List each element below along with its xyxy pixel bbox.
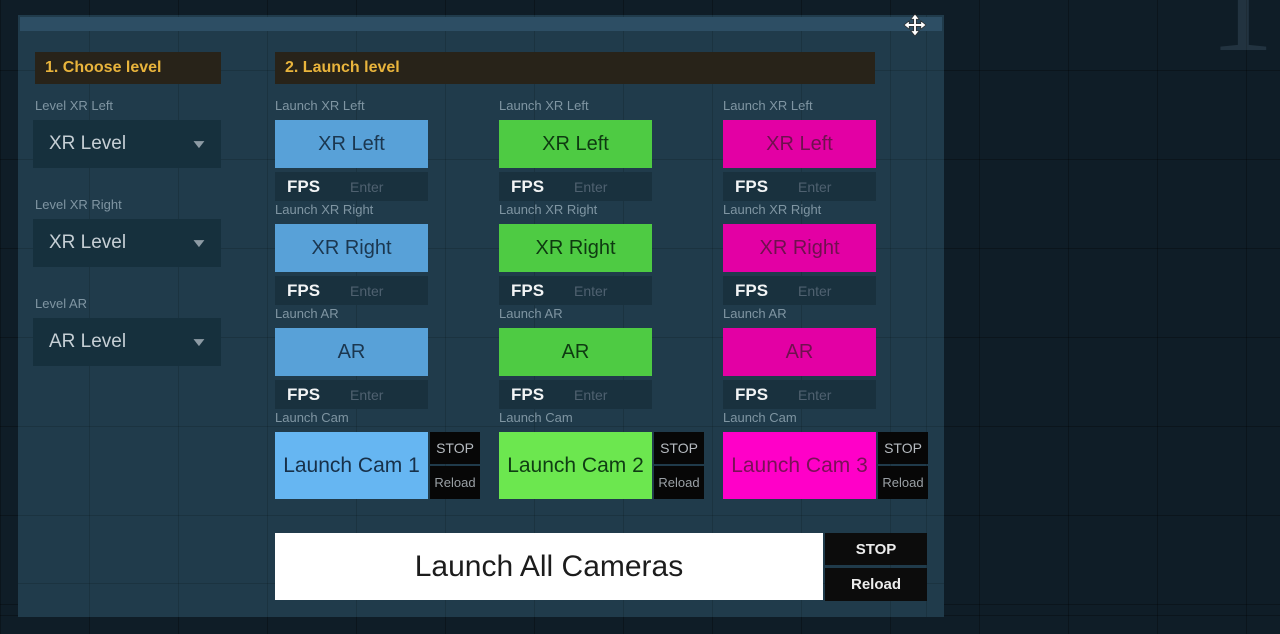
choose-level-header: 1. Choose level	[35, 52, 221, 84]
fps-input[interactable]	[574, 283, 638, 299]
launch-ar-label: Launch AR	[723, 307, 876, 321]
reload-cam-1-button[interactable]: Reload	[430, 466, 480, 499]
xr-left-button-cam3[interactable]: XR Left	[723, 120, 876, 168]
launch-ar-label: Launch AR	[499, 307, 652, 321]
level-xr-left-label: Level XR Left	[35, 99, 223, 113]
reload-cam-3-button[interactable]: Reload	[878, 466, 928, 499]
background-watermark-digit: 1	[1209, 0, 1274, 72]
fps-input[interactable]	[350, 179, 414, 195]
fps-row: FPS	[275, 380, 428, 409]
xr-right-button-cam3[interactable]: XR Right	[723, 224, 876, 272]
fps-label: FPS	[511, 177, 544, 197]
reload-cam-2-button[interactable]: Reload	[654, 466, 704, 499]
cam-row: Launch Cam 2 STOP Reload	[499, 432, 704, 499]
fps-input[interactable]	[798, 283, 862, 299]
move-cursor-icon	[903, 13, 927, 37]
fps-input[interactable]	[798, 179, 862, 195]
fps-row: FPS	[723, 172, 876, 201]
xr-right-button-cam1[interactable]: XR Right	[275, 224, 428, 272]
cam-controls: STOP Reload	[430, 432, 480, 499]
launch-all-controls: STOP Reload	[825, 533, 927, 601]
launch-cam-label: Launch Cam	[499, 411, 652, 425]
fps-row: FPS	[275, 172, 428, 201]
fps-input[interactable]	[574, 387, 638, 403]
level-xr-left-dropdown[interactable]: XR Level ▼	[33, 120, 221, 168]
launch-level-header: 2. Launch level	[275, 52, 875, 84]
fps-label: FPS	[287, 177, 320, 197]
xr-left-button-cam1[interactable]: XR Left	[275, 120, 428, 168]
chevron-down-icon: ▼	[190, 137, 208, 151]
fps-row: FPS	[499, 276, 652, 305]
fps-row: FPS	[275, 276, 428, 305]
launch-cam-label: Launch Cam	[723, 411, 876, 425]
chevron-down-icon: ▼	[190, 335, 208, 349]
fps-row: FPS	[499, 172, 652, 201]
reload-all-button[interactable]: Reload	[825, 568, 927, 601]
launch-xr-left-label: Launch XR Left	[723, 99, 876, 113]
fps-label: FPS	[511, 281, 544, 301]
launch-xr-right-label: Launch XR Right	[275, 203, 428, 217]
fps-input[interactable]	[350, 283, 414, 299]
launch-ar-label: Launch AR	[275, 307, 428, 321]
level-xr-left-value: XR Level	[49, 133, 126, 155]
level-ar-dropdown[interactable]: AR Level ▼	[33, 318, 221, 366]
launch-xr-right-label: Launch XR Right	[499, 203, 652, 217]
fps-label: FPS	[287, 281, 320, 301]
fps-label: FPS	[735, 281, 768, 301]
window-drag-bar[interactable]	[20, 17, 942, 31]
launch-cam-3-button[interactable]: Launch Cam 3	[723, 432, 876, 499]
launch-xr-right-label: Launch XR Right	[723, 203, 876, 217]
cam-row: Launch Cam 1 STOP Reload	[275, 432, 480, 499]
stop-all-button[interactable]: STOP	[825, 533, 927, 565]
fps-row: FPS	[723, 380, 876, 409]
launch-column-1: Launch XR Left XR Left FPS Launch XR Rig…	[275, 99, 428, 499]
launch-column-2: Launch XR Left XR Left FPS Launch XR Rig…	[499, 99, 652, 499]
fps-input[interactable]	[574, 179, 638, 195]
launch-cam-2-button[interactable]: Launch Cam 2	[499, 432, 652, 499]
level-xr-right-dropdown[interactable]: XR Level ▼	[33, 219, 221, 267]
xr-right-button-cam2[interactable]: XR Right	[499, 224, 652, 272]
cam-controls: STOP Reload	[654, 432, 704, 499]
stop-cam-3-button[interactable]: STOP	[878, 432, 928, 464]
fps-input[interactable]	[798, 387, 862, 403]
xr-left-button-cam2[interactable]: XR Left	[499, 120, 652, 168]
launch-cam-label: Launch Cam	[275, 411, 428, 425]
level-ar-value: AR Level	[49, 331, 126, 353]
ar-button-cam2[interactable]: AR	[499, 328, 652, 376]
stop-cam-2-button[interactable]: STOP	[654, 432, 704, 464]
launch-xr-left-label: Launch XR Left	[499, 99, 652, 113]
cam-controls: STOP Reload	[878, 432, 928, 499]
launch-xr-left-label: Launch XR Left	[275, 99, 428, 113]
level-xr-right-value: XR Level	[49, 232, 126, 254]
launcher-panel: 1. Choose level 2. Launch level Level XR…	[18, 15, 944, 617]
fps-row: FPS	[723, 276, 876, 305]
fps-label: FPS	[735, 177, 768, 197]
level-ar-label: Level AR	[35, 297, 223, 311]
fps-label: FPS	[287, 385, 320, 405]
level-xr-right-label: Level XR Right	[35, 198, 223, 212]
fps-label: FPS	[735, 385, 768, 405]
launch-cam-1-button[interactable]: Launch Cam 1	[275, 432, 428, 499]
fps-label: FPS	[511, 385, 544, 405]
fps-row: FPS	[499, 380, 652, 409]
stop-cam-1-button[interactable]: STOP	[430, 432, 480, 464]
fps-input[interactable]	[350, 387, 414, 403]
launch-column-3: Launch XR Left XR Left FPS Launch XR Rig…	[723, 99, 876, 499]
cam-row: Launch Cam 3 STOP Reload	[723, 432, 928, 499]
ar-button-cam1[interactable]: AR	[275, 328, 428, 376]
ar-button-cam3[interactable]: AR	[723, 328, 876, 376]
choose-level-column: Level XR Left XR Level ▼ Level XR Right …	[35, 99, 223, 366]
chevron-down-icon: ▼	[190, 236, 208, 250]
launch-all-cameras-button[interactable]: Launch All Cameras	[275, 533, 823, 600]
